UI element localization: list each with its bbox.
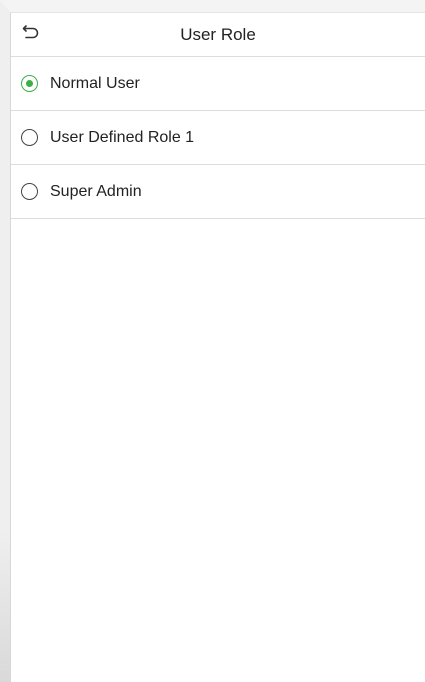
radio-selected-icon[interactable] [21,75,38,92]
frame-shade [0,532,10,682]
screen: User Role Normal User User Defined Role … [10,12,425,682]
back-arrow-icon [22,24,40,45]
page-title: User Role [180,24,256,44]
header-bar: User Role [11,13,425,57]
option-label: User Defined Role 1 [50,128,195,146]
option-user-defined-role-1[interactable]: User Defined Role 1 [11,111,425,165]
option-super-admin[interactable]: Super Admin [11,165,425,219]
back-button[interactable] [19,22,43,46]
option-label: Normal User [50,74,140,92]
option-label: Super Admin [50,182,142,200]
option-normal-user[interactable]: Normal User [11,57,425,111]
radio-unselected-icon[interactable] [21,183,38,200]
device-frame: User Role Normal User User Defined Role … [0,0,425,682]
radio-unselected-icon[interactable] [21,129,38,146]
